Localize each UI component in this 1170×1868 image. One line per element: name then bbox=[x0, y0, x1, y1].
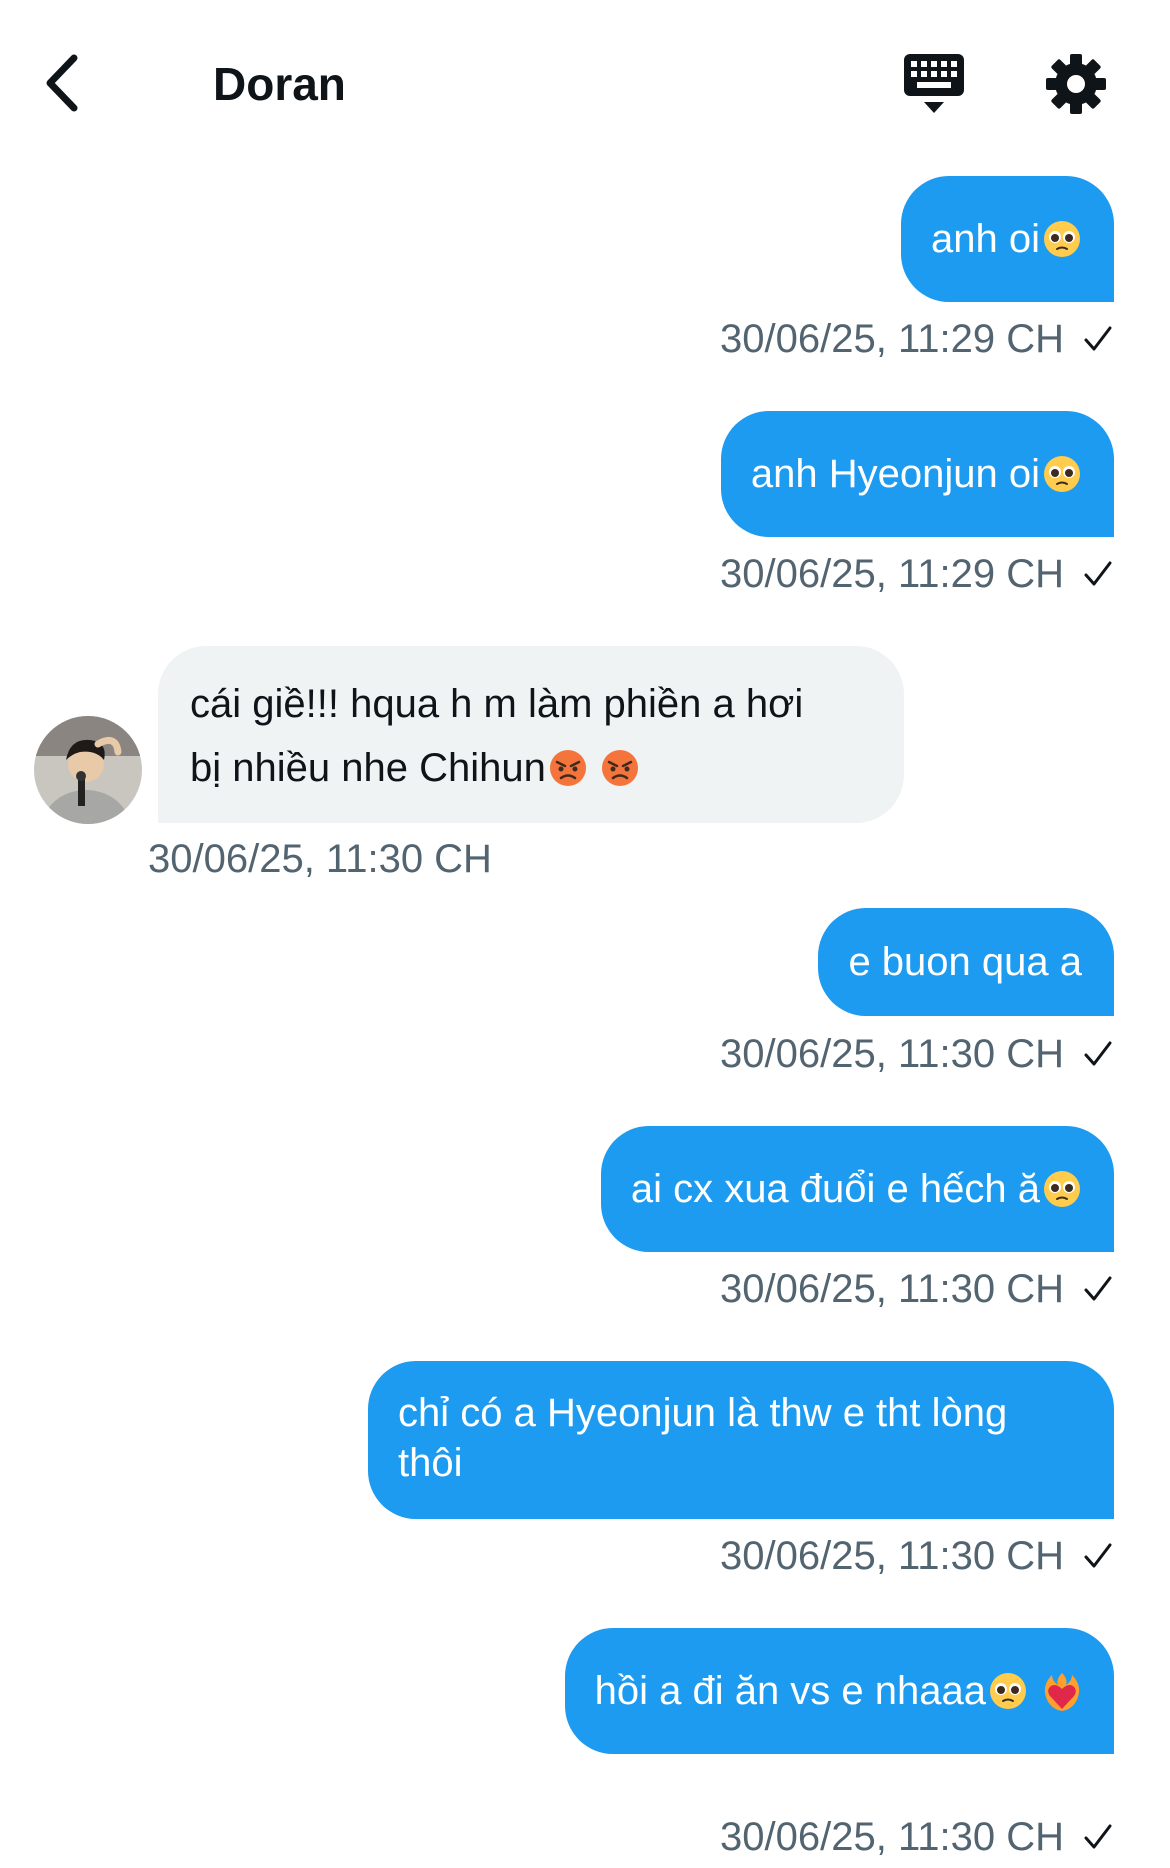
back-button[interactable] bbox=[36, 48, 96, 118]
pleading-face-icon bbox=[990, 1673, 1026, 1709]
keyboard-icon bbox=[904, 54, 964, 113]
outgoing-message-bubble[interactable]: anh oi bbox=[901, 176, 1114, 302]
settings-button[interactable] bbox=[1044, 52, 1108, 116]
sent-check-icon bbox=[1084, 1041, 1112, 1066]
message-text: e buon qua a bbox=[848, 940, 1082, 984]
pleading-face-icon bbox=[1044, 1171, 1080, 1207]
message-timestamp: 30/06/25, 11:30 CH bbox=[148, 837, 492, 881]
message-text: ai cx xua đuổi e hếch ă bbox=[630, 1167, 1040, 1211]
message-text-line: cái giề!!! hqua h m làm phiền a hơi bbox=[190, 682, 804, 726]
sent-check-icon bbox=[1084, 1276, 1112, 1301]
message-text: anh oi bbox=[931, 217, 1040, 261]
message-text-line: chỉ có a Hyeonjun là thw e tht lòng bbox=[398, 1391, 1008, 1435]
message-text: hồi a đi ăn vs e nhaaa bbox=[594, 1669, 986, 1713]
sent-check-icon bbox=[1084, 1824, 1112, 1849]
conversation-header: Doran bbox=[0, 0, 1170, 170]
message-timestamp: 30/06/25, 11:30 CH bbox=[720, 1532, 1114, 1580]
outgoing-message-bubble[interactable]: anh Hyeonjun oi bbox=[720, 411, 1114, 537]
angry-face-icon bbox=[601, 750, 638, 786]
gear-icon bbox=[1046, 54, 1106, 114]
message-timestamp: 30/06/25, 11:29 CH bbox=[720, 550, 1114, 598]
incoming-message-bubble[interactable]: cái giề!!! hqua h m làm phiền a hơi bị n… bbox=[158, 646, 904, 823]
outgoing-message-bubble[interactable]: hồi a đi ăn vs e nhaaa bbox=[564, 1628, 1114, 1754]
heart-on-fire-icon bbox=[1044, 1673, 1080, 1711]
message-timestamp: 30/06/25, 11:30 CH bbox=[720, 1813, 1114, 1861]
timestamp-text: 30/06/25, 11:30 CH bbox=[720, 1815, 1064, 1859]
sent-check-icon bbox=[1084, 1543, 1112, 1568]
message-timestamp: 30/06/25, 11:30 CH bbox=[720, 1265, 1114, 1313]
sent-check-icon bbox=[1084, 326, 1112, 351]
timestamp-text: 30/06/25, 11:30 CH bbox=[720, 1534, 1064, 1578]
pleading-face-icon bbox=[1044, 456, 1080, 492]
message-timestamp: 30/06/25, 11:30 CH bbox=[720, 1030, 1114, 1078]
timestamp-text: 30/06/25, 11:29 CH bbox=[720, 317, 1064, 361]
chevron-left-icon bbox=[46, 54, 78, 112]
outgoing-message-bubble[interactable]: ai cx xua đuổi e hếch ă bbox=[600, 1126, 1114, 1252]
conversation-title[interactable]: Doran bbox=[213, 52, 346, 116]
pleading-face-icon bbox=[1044, 221, 1080, 257]
angry-face-icon bbox=[549, 750, 586, 786]
message-text: anh Hyeonjun oi bbox=[750, 452, 1040, 496]
message-timestamp: 30/06/25, 11:29 CH bbox=[720, 315, 1114, 363]
message-text-line: thôi bbox=[398, 1441, 463, 1485]
message-text-line: bị nhiều nhe Chihun bbox=[190, 736, 874, 800]
timestamp-text: 30/06/25, 11:30 CH bbox=[720, 1032, 1064, 1076]
avatar-image bbox=[34, 716, 142, 824]
timestamp-text: 30/06/25, 11:29 CH bbox=[720, 552, 1064, 596]
timestamp-text: 30/06/25, 11:30 CH bbox=[720, 1267, 1064, 1311]
outgoing-message-bubble[interactable]: e buon qua a bbox=[818, 908, 1114, 1016]
avatar[interactable] bbox=[34, 716, 142, 824]
sent-check-icon bbox=[1084, 561, 1112, 586]
outgoing-message-bubble[interactable]: chỉ có a Hyeonjun là thw e tht lòng thôi bbox=[368, 1361, 1114, 1519]
keyboard-button[interactable] bbox=[900, 50, 968, 118]
message-text: bị nhiều nhe Chihun bbox=[190, 746, 546, 790]
